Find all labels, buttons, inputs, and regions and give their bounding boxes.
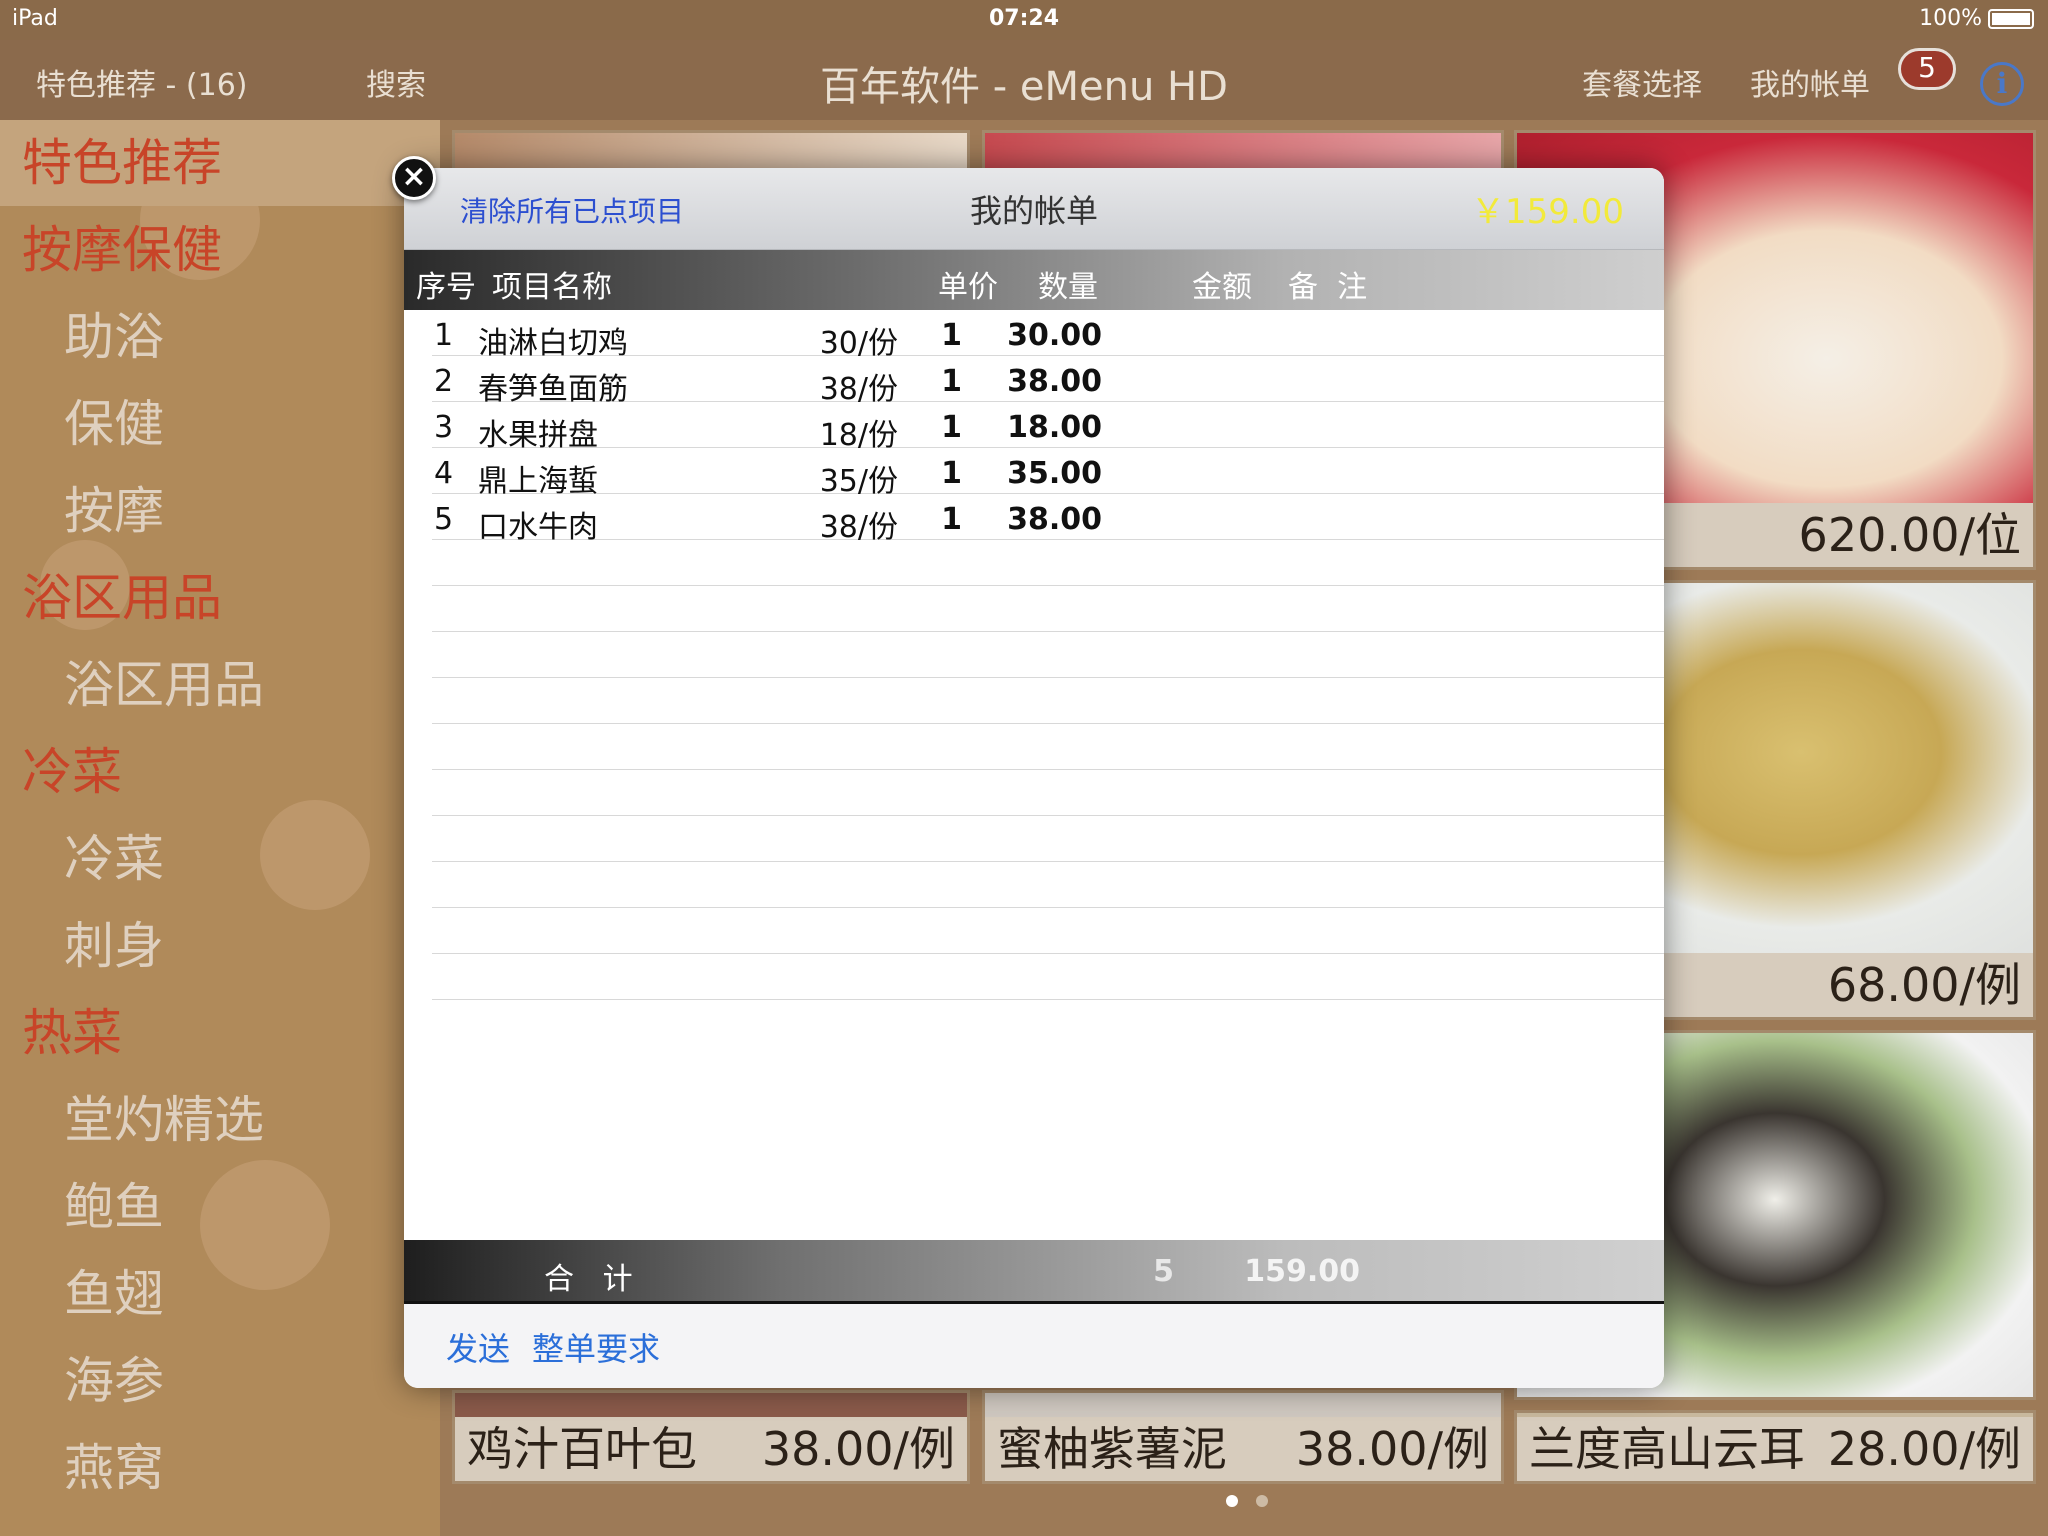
dish-price: 620.00/位 xyxy=(1798,508,2021,562)
page-indicator[interactable] xyxy=(1226,1492,1286,1511)
battery-icon xyxy=(1988,9,2034,29)
summary-label: 合 计 xyxy=(544,1262,633,1297)
bill-dialog: 清除所有已点项目 我的帐单 ￥159.00 序号 项目名称 单价 数量 金额 备… xyxy=(404,168,1664,1388)
row-qty: 1 xyxy=(941,410,962,445)
sidebar-item[interactable]: 保健 xyxy=(0,381,440,467)
bill-row[interactable]: 4 鼎上海蜇 35/份 1 35.00 xyxy=(432,448,1664,499)
bill-row[interactable]: 3 水果拼盘 18/份 1 18.00 xyxy=(432,402,1664,453)
bill-column-header: 序号 项目名称 单价 数量 金额 备 注 xyxy=(404,250,1664,310)
menu-tile[interactable]: 鸡汁百叶包 38.00/例 xyxy=(452,1390,970,1484)
bill-total-display: ￥159.00 xyxy=(1471,192,1624,232)
category-sidebar: 特色推荐 按摩保健 助浴 保健 按摩 浴区用品 浴区用品 冷菜 冷菜 刺身 热菜 堂灼精选 鲍鱼 鱼翅 海参… xyxy=(0,120,440,1536)
row-no: 4 xyxy=(434,456,454,491)
bill-summary-row: 合 计 5 159.00 xyxy=(404,1240,1664,1304)
col-qty: 数量 xyxy=(1038,270,1098,305)
sidebar-item[interactable]: 鱼翅 xyxy=(0,1251,440,1337)
set-meal-button[interactable]: 套餐选择 xyxy=(1582,60,1702,104)
dish-price: 28.00/例 xyxy=(1827,1422,2021,1476)
row-amount: 35.00 xyxy=(1007,456,1102,491)
row-qty: 1 xyxy=(941,364,962,399)
menu-tile[interactable]: 兰度高山云耳 28.00/例 xyxy=(1514,1410,2036,1484)
menu-tile[interactable]: 蜜柚紫薯泥 38.00/例 xyxy=(982,1390,1504,1484)
dish-caption: 鸡汁百叶包 38.00/例 xyxy=(455,1417,967,1481)
bill-count-badge[interactable]: 5 xyxy=(1898,48,1956,90)
clock: 07:24 xyxy=(988,6,1060,31)
sidebar-item[interactable]: 按摩 xyxy=(0,468,440,554)
bill-row[interactable]: 2 春笋鱼面筋 38/份 1 38.00 xyxy=(432,356,1664,407)
sidebar-item[interactable]: 燕窝 xyxy=(0,1425,440,1511)
sidebar-item[interactable]: 海参 xyxy=(0,1338,440,1424)
bill-row[interactable]: 1 油淋白切鸡 30/份 1 30.00 xyxy=(432,310,1664,361)
top-nav-bar: 特色推荐 - (16) 搜索 百年软件 - eMenu HD 套餐选择 我的帐单… xyxy=(0,40,2048,120)
sidebar-item[interactable]: 浴区用品 xyxy=(0,555,440,641)
sidebar-item[interactable]: 按摩保健 xyxy=(0,207,440,293)
dish-price: 38.00/例 xyxy=(1295,1422,1489,1476)
col-note: 备 注 xyxy=(1288,270,1368,305)
sidebar-item[interactable]: 冷菜 xyxy=(0,816,440,902)
app-title: 百年软件 - eMenu HD xyxy=(820,64,1228,110)
sidebar-item[interactable]: 鲍鱼 xyxy=(0,1164,440,1250)
bill-row[interactable]: 5 口水牛肉 38/份 1 38.00 xyxy=(432,494,1664,545)
row-no: 5 xyxy=(434,502,454,537)
sidebar-item[interactable]: 刺身 xyxy=(0,903,440,989)
row-amount: 38.00 xyxy=(1007,502,1102,537)
bill-empty-row xyxy=(432,862,1664,908)
bill-header: 清除所有已点项目 我的帐单 ￥159.00 xyxy=(404,168,1664,250)
page-dot xyxy=(1256,1495,1268,1507)
bill-empty-row xyxy=(432,954,1664,1000)
sidebar-item[interactable]: 特色推荐 xyxy=(0,120,440,206)
sidebar-item[interactable]: 堂灼精选 xyxy=(0,1077,440,1163)
row-amount: 30.00 xyxy=(1007,318,1102,353)
status-bar: iPad 07:24 100% xyxy=(0,0,2048,40)
send-button[interactable]: 发送 xyxy=(446,1324,510,1370)
whole-order-request-button[interactable]: 整单要求 xyxy=(532,1324,660,1370)
battery-percent: 100% xyxy=(1919,6,1982,31)
bill-empty-row xyxy=(432,908,1664,954)
col-unit-price: 单价 xyxy=(938,270,998,305)
bill-empty-row xyxy=(432,632,1664,678)
col-no: 序号 xyxy=(416,270,476,305)
sidebar-item[interactable]: 冷菜 xyxy=(0,729,440,815)
col-name: 项目名称 xyxy=(492,270,612,305)
row-qty: 1 xyxy=(941,502,962,537)
col-amount: 金额 xyxy=(1192,270,1252,305)
row-no: 2 xyxy=(434,364,454,399)
bill-empty-row xyxy=(432,586,1664,632)
summary-amount: 159.00 xyxy=(1244,1254,1360,1289)
bill-empty-row xyxy=(432,816,1664,862)
row-qty: 1 xyxy=(941,318,962,353)
dish-price: 38.00/例 xyxy=(761,1422,955,1476)
dish-name: 鸡汁百叶包 xyxy=(467,1422,697,1476)
dish-name: 蜜柚紫薯泥 xyxy=(997,1422,1227,1476)
row-qty: 1 xyxy=(941,456,962,491)
bill-footer: 发送 整单要求 xyxy=(404,1304,1664,1388)
row-no: 3 xyxy=(434,410,454,445)
sidebar-item[interactable]: 热菜 xyxy=(0,990,440,1076)
row-amount: 38.00 xyxy=(1007,364,1102,399)
bill-empty-row xyxy=(432,540,1664,586)
battery-status: 100% xyxy=(1919,6,2034,31)
close-icon[interactable]: × xyxy=(392,156,436,200)
dish-price: 68.00/例 xyxy=(1827,958,2021,1012)
dish-caption: 蜜柚紫薯泥 38.00/例 xyxy=(985,1417,1501,1481)
bill-empty-row xyxy=(432,770,1664,816)
dish-caption: 兰度高山云耳 28.00/例 xyxy=(1517,1417,2033,1481)
my-bill-button[interactable]: 我的帐单 xyxy=(1750,60,1870,104)
bill-empty-row xyxy=(432,678,1664,724)
row-amount: 18.00 xyxy=(1007,410,1102,445)
sidebar-item[interactable]: 助浴 xyxy=(0,294,440,380)
row-no: 1 xyxy=(434,318,454,353)
bill-empty-row xyxy=(432,724,1664,770)
dish-name: 兰度高山云耳 xyxy=(1529,1422,1805,1476)
info-icon[interactable]: i xyxy=(1980,62,2024,106)
page-dot-active xyxy=(1226,1495,1238,1507)
sidebar-item[interactable]: 浴区用品 xyxy=(0,642,440,728)
